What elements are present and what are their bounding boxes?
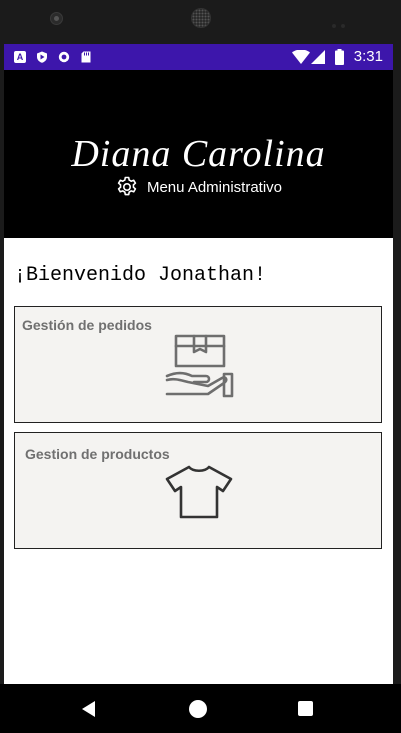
back-icon[interactable] xyxy=(82,701,95,717)
menu-label: Menu Administrativo xyxy=(146,178,283,196)
orders-card-title: Gestión de pedidos xyxy=(22,317,152,333)
orders-card[interactable]: Gestión de pedidos xyxy=(14,306,382,423)
admin-menu[interactable]: Menu Administrativo xyxy=(4,175,393,199)
wifi-icon xyxy=(292,50,310,64)
package-in-hand-icon xyxy=(165,334,234,398)
device-top-bezel xyxy=(0,0,401,44)
tshirt-icon xyxy=(165,465,233,519)
sd-card-icon xyxy=(81,51,91,63)
status-bar: A 3:31 xyxy=(4,44,393,70)
a-letter-icon: A xyxy=(14,51,26,63)
products-card[interactable]: Gestion de productos xyxy=(14,432,382,549)
navigation-bar xyxy=(0,684,401,733)
earpiece-speaker xyxy=(191,8,211,28)
proximity-sensor xyxy=(332,15,350,28)
recents-icon[interactable] xyxy=(298,701,313,716)
brand-title: Diana Carolina xyxy=(71,133,326,175)
gear-icon xyxy=(117,176,137,196)
status-time: 3:31 xyxy=(353,48,383,65)
front-camera xyxy=(50,12,63,25)
welcome-message: ¡Bienvenido Jonathan! xyxy=(14,264,267,287)
home-icon[interactable] xyxy=(189,700,207,718)
app-screen: A 3:31 Diana Carolina Menu Administrativ… xyxy=(4,44,393,684)
shield-icon xyxy=(37,51,47,63)
battery-icon xyxy=(335,49,344,65)
signal-icon xyxy=(311,50,325,64)
circle-icon xyxy=(58,51,70,63)
products-card-title: Gestion de productos xyxy=(25,446,170,462)
app-header: Diana Carolina Menu Administrativo xyxy=(4,70,393,238)
